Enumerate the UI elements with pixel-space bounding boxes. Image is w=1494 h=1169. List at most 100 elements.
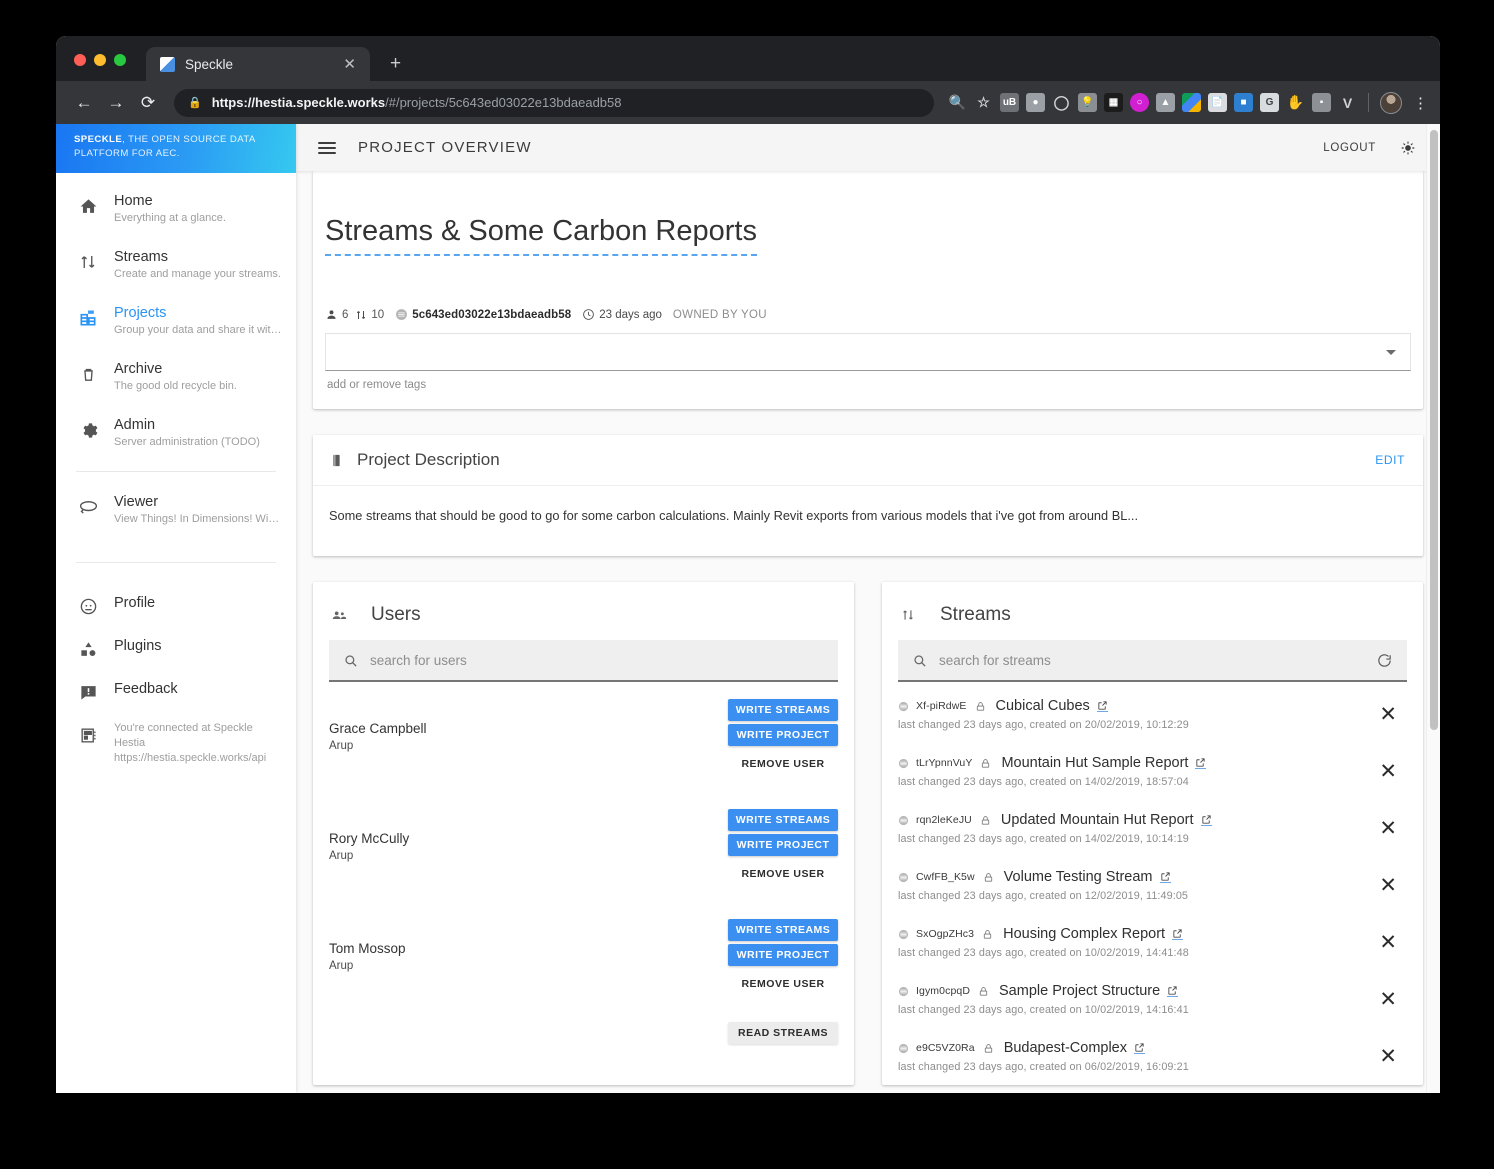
stream-name[interactable]: Mountain Hut Sample Report: [1001, 755, 1188, 771]
remove-user-button[interactable]: REMOVE USER: [728, 863, 838, 885]
close-icon[interactable]: ✕: [1373, 983, 1407, 1010]
grammarly-icon[interactable]: G: [1260, 93, 1279, 112]
circle-icon[interactable]: ◯: [1052, 93, 1071, 112]
browser-tab[interactable]: Speckle ✕: [146, 47, 370, 81]
ublock-icon[interactable]: uB: [1000, 93, 1019, 112]
stream-name[interactable]: Housing Complex Report: [1003, 926, 1165, 942]
open-stream-icon[interactable]: [1195, 757, 1207, 769]
lightbulb-icon[interactable]: 💡: [1078, 93, 1097, 112]
chat-icon[interactable]: ▪: [1312, 93, 1331, 112]
close-icon[interactable]: ✕: [1373, 755, 1407, 782]
streams-panel-header: Streams: [882, 582, 1423, 640]
user-name: Grace Campbell: [329, 721, 427, 736]
reload-icon[interactable]: ⟳: [134, 89, 162, 117]
zoom-out-icon[interactable]: 🔍: [948, 93, 967, 112]
read-streams-button[interactable]: READ STREAMS: [728, 1022, 838, 1044]
open-stream-icon[interactable]: [1159, 871, 1171, 883]
close-window-button[interactable]: [74, 54, 86, 66]
description-title: Project Description: [357, 450, 500, 469]
vimeo-icon[interactable]: V: [1338, 93, 1357, 112]
document-icon[interactable]: 📄: [1208, 93, 1227, 112]
triangle-icon[interactable]: ▲: [1156, 93, 1175, 112]
write-project-button[interactable]: WRITE PROJECT: [728, 944, 838, 966]
drive-icon[interactable]: [1182, 93, 1201, 112]
maximize-window-button[interactable]: [114, 54, 126, 66]
sidebar-item-home[interactable]: Home Everything at a glance.: [56, 181, 296, 237]
camera-icon[interactable]: ●: [1026, 93, 1045, 112]
page-scroll-area[interactable]: Streams & Some Carbon Reports 6 10 5c643…: [296, 171, 1440, 1093]
user-actions: WRITE STREAMS WRITE PROJECT REMOVE USER: [728, 809, 838, 885]
stream-name[interactable]: Updated Mountain Hut Report: [1001, 812, 1194, 828]
back-icon[interactable]: ←: [70, 89, 98, 117]
stream-name[interactable]: Sample Project Structure: [999, 983, 1160, 999]
stream-name[interactable]: Budapest-Complex: [1004, 1040, 1127, 1056]
magenta-circle-icon[interactable]: ○: [1130, 93, 1149, 112]
remove-user-button[interactable]: REMOVE USER: [728, 973, 838, 995]
search-input[interactable]: [370, 652, 824, 668]
hash-icon: [898, 758, 909, 769]
scrollbar-thumb[interactable]: [1430, 130, 1438, 730]
list-item: e9C5VZ0Ra Budapest-Complex last changed …: [898, 1028, 1407, 1085]
open-stream-icon[interactable]: [1200, 814, 1212, 826]
archive-icon[interactable]: ▦: [1104, 93, 1123, 112]
hamburger-icon[interactable]: [318, 141, 336, 154]
sidebar-item-plugins[interactable]: Plugins: [56, 626, 296, 669]
sidebar-item-streams[interactable]: Streams Create and manage your streams.: [56, 237, 296, 293]
page-content: Streams & Some Carbon Reports 6 10 5c643…: [313, 171, 1423, 1093]
url-domain: https://hestia.speckle.works: [211, 95, 386, 110]
close-icon[interactable]: ✕: [1373, 1040, 1407, 1067]
sidebar-item-projects[interactable]: Projects Group your data and share it wi…: [56, 293, 296, 349]
open-stream-icon[interactable]: [1134, 1042, 1146, 1054]
server-icon: [76, 724, 100, 746]
streams-search-box[interactable]: [898, 640, 1407, 682]
forward-icon[interactable]: →: [102, 89, 130, 117]
sidebar-item-feedback[interactable]: Feedback: [56, 669, 296, 712]
close-icon[interactable]: ✕: [1373, 926, 1407, 953]
chevron-down-icon[interactable]: [1386, 349, 1396, 355]
stream-name[interactable]: Volume Testing Stream: [1004, 869, 1153, 885]
project-title[interactable]: Streams & Some Carbon Reports: [325, 211, 757, 256]
write-streams-button[interactable]: WRITE STREAMS: [728, 699, 838, 721]
address-bar[interactable]: 🔒 https://hestia.speckle.works/#/project…: [174, 88, 934, 117]
logout-button[interactable]: LOGOUT: [1323, 142, 1376, 154]
user-actions: WRITE STREAMS WRITE PROJECT REMOVE USER: [728, 919, 838, 995]
open-stream-icon[interactable]: [1096, 700, 1108, 712]
users-search-box[interactable]: [329, 640, 838, 682]
stream-heading: SxOgpZHc3 Housing Complex Report: [898, 926, 1373, 942]
lastpass-icon[interactable]: ■: [1234, 93, 1253, 112]
new-tab-button[interactable]: +: [390, 54, 401, 73]
close-icon[interactable]: ✕: [1373, 869, 1407, 896]
hand-icon[interactable]: ✋: [1286, 93, 1305, 112]
star-icon[interactable]: ☆: [974, 93, 993, 112]
tags-select[interactable]: [325, 333, 1411, 371]
app-sidebar: SPECKLE, THE OPEN SOURCE DATA PLATFORM F…: [56, 124, 296, 1093]
minimize-window-button[interactable]: [94, 54, 106, 66]
table-row: Grace Campbell Arup WRITE STREAMS WRITE …: [329, 682, 838, 792]
browser-tabstrip: Speckle ✕ +: [56, 36, 1440, 81]
sidebar-item-profile[interactable]: Profile: [56, 583, 296, 626]
search-input[interactable]: [939, 652, 1364, 668]
close-icon[interactable]: ✕: [1373, 812, 1407, 839]
sidebar-item-admin[interactable]: Admin Server administration (TODO): [56, 405, 296, 461]
sidebar-item-viewer-sub: View Things! In Dimensions! With 3D!: [114, 513, 282, 525]
write-project-button[interactable]: WRITE PROJECT: [728, 834, 838, 856]
close-tab-icon[interactable]: ✕: [339, 55, 360, 74]
refresh-icon[interactable]: [1376, 652, 1393, 669]
description-header: Project Description EDIT: [313, 435, 1423, 486]
write-streams-button[interactable]: WRITE STREAMS: [728, 919, 838, 941]
stream-name[interactable]: Cubical Cubes: [996, 698, 1090, 714]
sun-icon[interactable]: [1398, 138, 1418, 158]
sidebar-item-viewer[interactable]: Viewer View Things! In Dimensions! With …: [56, 482, 296, 538]
sidebar-connection-info: You're connected at Speckle Hestia https…: [56, 712, 296, 775]
write-project-button[interactable]: WRITE PROJECT: [728, 724, 838, 746]
remove-user-button[interactable]: REMOVE USER: [728, 753, 838, 775]
sidebar-item-archive[interactable]: Archive The good old recycle bin.: [56, 349, 296, 405]
close-icon[interactable]: ✕: [1373, 698, 1407, 725]
write-streams-button[interactable]: WRITE STREAMS: [728, 809, 838, 831]
open-stream-icon[interactable]: [1167, 985, 1179, 997]
browser-menu-icon[interactable]: ⋮: [1409, 94, 1428, 112]
edit-description-button[interactable]: EDIT: [1375, 453, 1405, 467]
profile-avatar[interactable]: [1380, 91, 1402, 114]
vertical-scrollbar[interactable]: [1426, 124, 1440, 1093]
open-stream-icon[interactable]: [1172, 928, 1184, 940]
